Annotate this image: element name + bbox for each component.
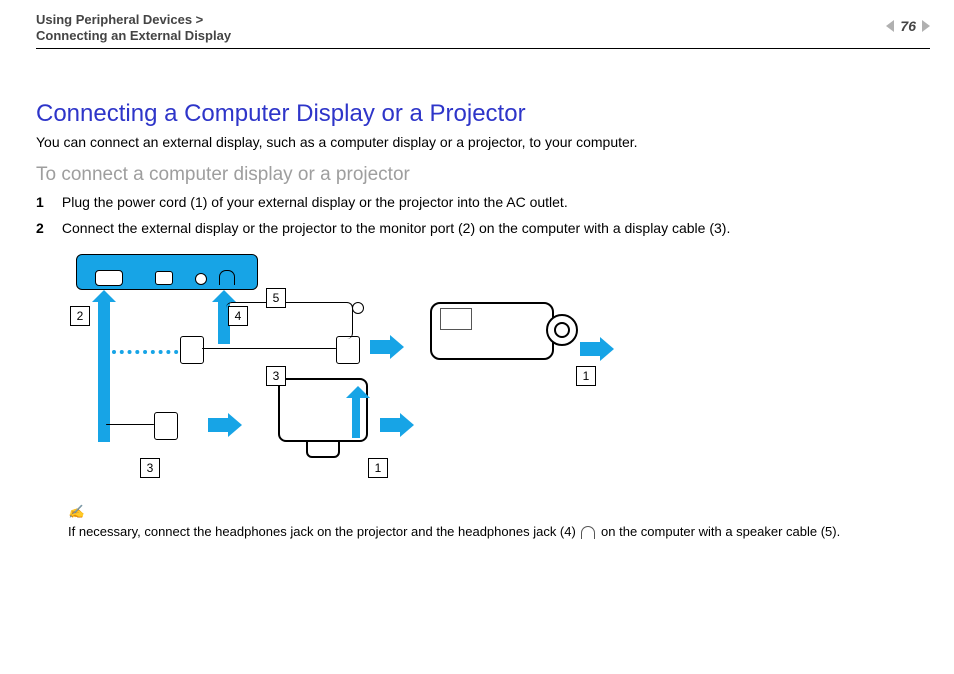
cable-wire	[106, 424, 154, 425]
step-text: Connect the external display or the proj…	[62, 220, 922, 236]
prev-page-icon[interactable]	[886, 20, 894, 32]
arrow-icon	[580, 340, 614, 358]
next-page-icon[interactable]	[922, 20, 930, 32]
callout-2: 2	[70, 306, 90, 326]
callout-1: 1	[368, 458, 388, 478]
breadcrumb-child[interactable]: Connecting an External Display	[36, 28, 231, 43]
cable-connector-icon	[154, 412, 178, 440]
note-icon: ✍	[68, 504, 914, 520]
callout-1: 1	[576, 366, 596, 386]
callout-3: 3	[140, 458, 160, 478]
step-text: Plug the power cord (1) of your external…	[62, 194, 922, 210]
arrow-icon	[98, 302, 110, 442]
note-text-suffix: on the computer with a speaker cable (5)…	[597, 524, 840, 539]
arrow-icon	[208, 416, 242, 434]
procedure-title: To connect a computer display or a proje…	[36, 164, 410, 186]
headphones-icon	[217, 269, 237, 287]
connection-diagram: 2 4 5 3 1 3 1	[70, 248, 630, 480]
page-number: 76	[900, 18, 916, 34]
step-number: 1	[36, 194, 58, 210]
section-title: Connecting a Computer Display or a Proje…	[36, 100, 526, 128]
note-text-prefix: If necessary, connect the headphones jac…	[68, 524, 579, 539]
computer-port-panel	[76, 254, 258, 290]
projector-icon	[430, 288, 570, 368]
manual-page: Using Peripheral Devices > Connecting an…	[0, 0, 954, 674]
list-item: 1 Plug the power cord (1) of your extern…	[36, 194, 922, 210]
list-item: 2 Connect the external display or the pr…	[36, 220, 922, 236]
headphones-icon	[581, 526, 595, 539]
arrow-icon	[352, 398, 360, 438]
vga-port-icon	[95, 270, 123, 286]
port-icon	[155, 271, 173, 285]
page-nav: 76	[886, 18, 930, 34]
header-rule	[36, 48, 930, 49]
step-list: 1 Plug the power cord (1) of your extern…	[36, 194, 922, 246]
cable-wire	[202, 348, 336, 349]
breadcrumb-parent[interactable]: Using Peripheral Devices >	[36, 12, 203, 27]
port-icon	[195, 273, 207, 285]
callout-3: 3	[266, 366, 286, 386]
arrow-icon	[380, 416, 414, 434]
callout-4: 4	[228, 306, 248, 326]
audio-plug-icon	[352, 302, 364, 314]
step-number: 2	[36, 220, 58, 236]
page-header: Using Peripheral Devices > Connecting an…	[0, 12, 954, 52]
arrow-icon	[370, 338, 404, 356]
dotted-connection	[112, 350, 186, 354]
intro-text: You can connect an external display, suc…	[36, 134, 638, 150]
cable-connector-icon	[336, 336, 360, 364]
note: ✍ If necessary, connect the headphones j…	[68, 504, 914, 539]
cable-connector-icon	[180, 336, 204, 364]
callout-5: 5	[266, 288, 286, 308]
